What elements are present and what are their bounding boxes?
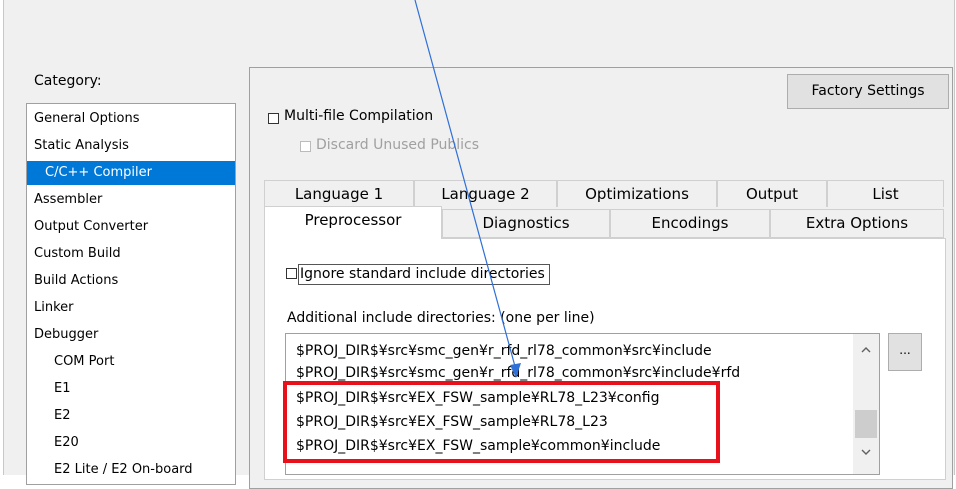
- annotation-arrow: [414, 0, 521, 378]
